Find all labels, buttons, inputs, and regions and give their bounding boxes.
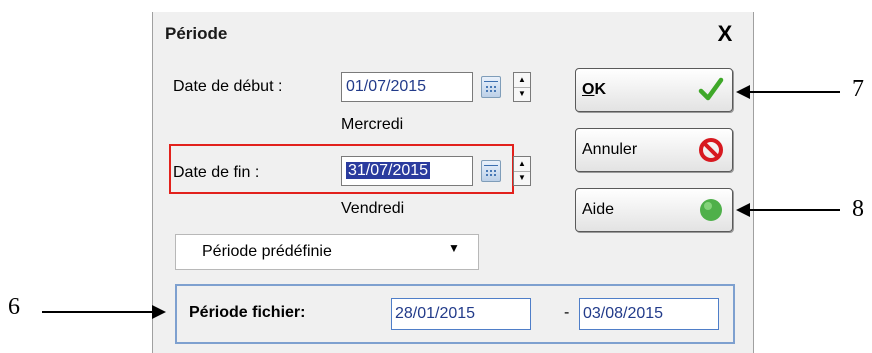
end-date-input[interactable]: 31/07/2015 [341, 156, 473, 186]
start-date-input[interactable]: 01/07/2015 [341, 72, 473, 102]
end-date-spinner[interactable]: ▲ ▼ [513, 156, 531, 186]
predefined-period-select[interactable]: Période prédéfinie ▼ [175, 234, 479, 270]
ok-label-rest: K [594, 81, 607, 98]
period-dialog: Période X Date de début : 01/07/2015 ▲ ▼… [152, 12, 754, 353]
callout-6: 6 [8, 294, 20, 320]
help-button[interactable]: Aide [575, 188, 733, 232]
file-period-label: Période fichier: [189, 304, 306, 321]
help-label: Aide [582, 201, 615, 218]
checkmark-icon [698, 77, 724, 101]
file-period-start-value: 28/01/2015 [395, 305, 476, 322]
spin-up-icon[interactable]: ▲ [514, 73, 530, 88]
ok-mnemonic: O [582, 81, 595, 98]
callout-arrow-8 [736, 203, 840, 217]
ok-button[interactable]: OK [575, 68, 733, 112]
callout-8: 8 [852, 196, 864, 222]
file-period-separator: - [564, 304, 570, 321]
file-period-end-value: 03/08/2015 [583, 305, 664, 322]
end-date-label: Date de fin : [173, 164, 260, 181]
end-date-value: 31/07/2015 [346, 162, 431, 179]
callout-arrow-6 [42, 305, 166, 319]
predefined-period-value: Période prédéfinie [202, 243, 332, 260]
spin-down-icon[interactable]: ▼ [514, 171, 530, 185]
close-icon[interactable]: X [718, 21, 733, 46]
spin-up-icon[interactable]: ▲ [514, 157, 530, 172]
start-date-spinner[interactable]: ▲ ▼ [513, 72, 531, 102]
start-date-label: Date de début : [173, 78, 283, 95]
file-period-start[interactable]: 28/01/2015 [391, 298, 531, 330]
callout-7: 7 [852, 76, 864, 102]
cancel-button[interactable]: Annuler [575, 128, 733, 172]
cancel-label: Annuler [582, 141, 638, 158]
ok-label: OK [582, 81, 606, 99]
end-weekday: Vendredi [341, 200, 405, 217]
close-button[interactable]: X [711, 22, 739, 46]
callout-arrow-7 [736, 85, 840, 99]
calendar-icon[interactable] [481, 160, 501, 182]
start-weekday: Mercredi [341, 116, 404, 133]
dialog-title: Période [165, 24, 228, 43]
dropdown-arrow-icon[interactable]: ▼ [448, 241, 460, 255]
file-period-group: Période fichier: 28/01/2015 - 03/08/2015 [175, 284, 735, 344]
start-date-value: 01/07/2015 [346, 78, 427, 95]
calendar-icon[interactable] [481, 76, 501, 98]
no-entry-icon [699, 138, 723, 162]
spin-down-icon[interactable]: ▼ [514, 87, 530, 101]
file-period-end[interactable]: 03/08/2015 [579, 298, 719, 330]
title-bar: Période X [153, 12, 753, 54]
help-icon [700, 199, 722, 221]
